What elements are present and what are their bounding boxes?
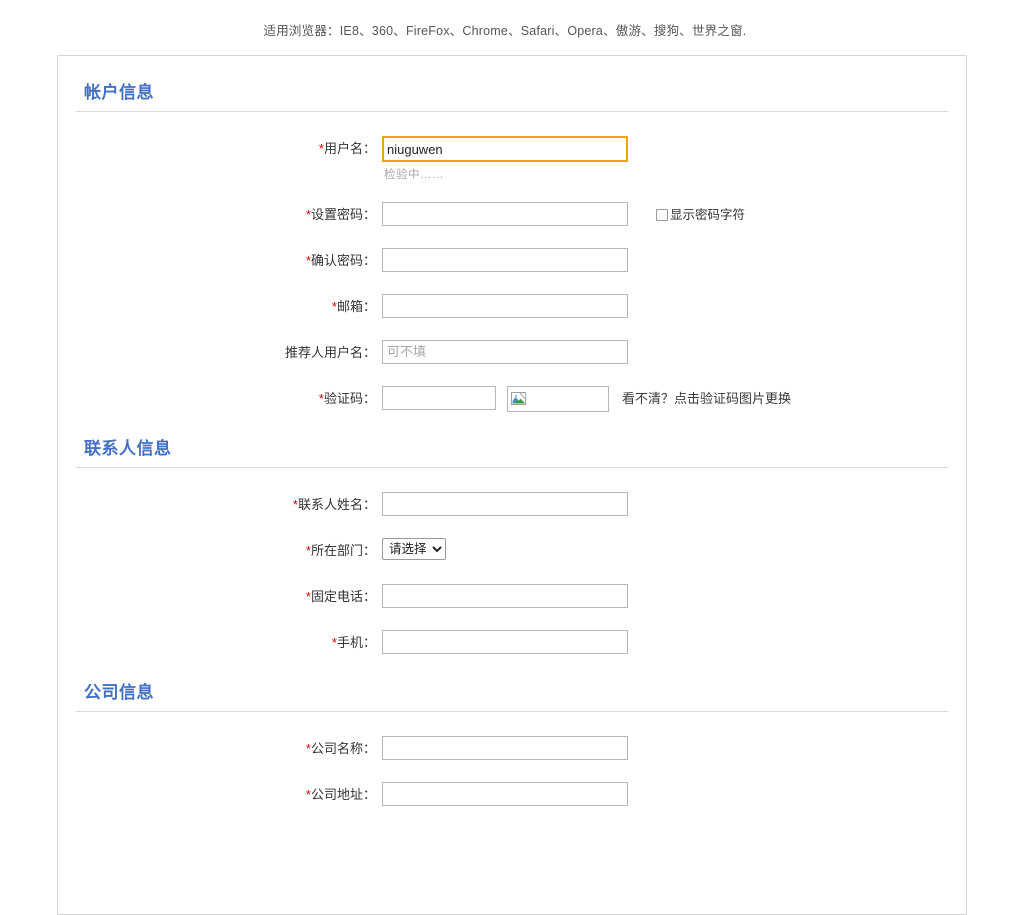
label-captcha: *验证码： xyxy=(76,386,382,412)
field-email xyxy=(382,294,628,318)
form-row-password: *设置密码： 显示密码字符 xyxy=(76,202,948,228)
field-confirm-password xyxy=(382,248,628,272)
label-contact-name-text: 联系人姓名： xyxy=(298,497,376,512)
section-heading-contact: 联系人信息 xyxy=(76,412,948,467)
label-department: *所在部门： xyxy=(76,538,382,564)
label-referrer: 推荐人用户名： xyxy=(76,340,382,366)
label-email: *邮箱： xyxy=(76,294,382,320)
show-password-checkbox[interactable] xyxy=(656,209,668,221)
label-contact-name: *联系人姓名： xyxy=(76,492,382,518)
label-captcha-text: 验证码： xyxy=(324,391,376,406)
contact-name-input[interactable] xyxy=(382,492,628,516)
field-captcha: 看不清？点击验证码图片更换 xyxy=(382,386,791,412)
browser-compatibility-note: 适用浏览器：IE8、360、FireFox、Chrome、Safari、Oper… xyxy=(0,0,1010,39)
company-name-input[interactable] xyxy=(382,736,628,760)
field-contact-name xyxy=(382,492,628,516)
form-row-company-address: *公司地址： xyxy=(76,782,948,808)
label-landline: *固定电话： xyxy=(76,584,382,610)
form-body: 帐户信息 *用户名： 检验中…… *设置密码： 显示密码字符 *确认密码： xyxy=(58,56,966,808)
field-referrer xyxy=(382,340,628,364)
field-username: 检验中…… xyxy=(382,136,628,182)
captcha-input[interactable] xyxy=(382,386,496,410)
username-input[interactable] xyxy=(382,136,628,162)
field-company-address xyxy=(382,782,628,806)
email-input[interactable] xyxy=(382,294,628,318)
referrer-input[interactable] xyxy=(382,340,628,364)
label-email-text: 邮箱： xyxy=(337,299,376,314)
username-validation-hint: 检验中…… xyxy=(384,166,628,182)
label-confirm-password: *确认密码： xyxy=(76,248,382,274)
label-company-name-text: 公司名称： xyxy=(311,741,376,756)
captcha-refresh-note[interactable]: 看不清？点击验证码图片更换 xyxy=(622,386,791,412)
section-divider-contact xyxy=(76,467,948,468)
label-mobile: *手机： xyxy=(76,630,382,656)
field-landline xyxy=(382,584,628,608)
broken-image-icon xyxy=(511,391,527,407)
form-row-company-name: *公司名称： xyxy=(76,736,948,762)
section-divider-account xyxy=(76,111,948,112)
form-row-email: *邮箱： xyxy=(76,294,948,320)
company-address-input[interactable] xyxy=(382,782,628,806)
label-username: *用户名： xyxy=(76,136,382,162)
form-row-contact-name: *联系人姓名： xyxy=(76,492,948,518)
mobile-input[interactable] xyxy=(382,630,628,654)
label-referrer-text: 推荐人用户名： xyxy=(285,345,376,360)
label-password-text: 设置密码： xyxy=(311,207,376,222)
label-company-address: *公司地址： xyxy=(76,782,382,808)
field-mobile xyxy=(382,630,628,654)
show-password-label: 显示密码字符 xyxy=(670,202,745,228)
section-heading-company: 公司信息 xyxy=(76,656,948,711)
form-row-confirm-password: *确认密码： xyxy=(76,248,948,274)
label-username-text: 用户名： xyxy=(324,141,376,156)
label-company-name: *公司名称： xyxy=(76,736,382,762)
password-input[interactable] xyxy=(382,202,628,226)
label-company-address-text: 公司地址： xyxy=(311,787,376,802)
form-row-landline: *固定电话： xyxy=(76,584,948,610)
label-password: *设置密码： xyxy=(76,202,382,228)
captcha-image[interactable] xyxy=(507,386,609,412)
landline-input[interactable] xyxy=(382,584,628,608)
form-row-mobile: *手机： xyxy=(76,630,948,656)
field-company-name xyxy=(382,736,628,760)
section-heading-account: 帐户信息 xyxy=(76,56,948,111)
section-divider-company xyxy=(76,711,948,712)
field-password xyxy=(382,202,628,226)
label-landline-text: 固定电话： xyxy=(311,589,376,604)
form-row-username: *用户名： 检验中…… xyxy=(76,136,948,182)
form-row-department: *所在部门： 请选择 xyxy=(76,538,948,564)
department-select[interactable]: 请选择 xyxy=(382,538,446,560)
label-department-text: 所在部门： xyxy=(311,543,376,558)
label-confirm-password-text: 确认密码： xyxy=(311,253,376,268)
registration-form-panel: 帐户信息 *用户名： 检验中…… *设置密码： 显示密码字符 *确认密码： xyxy=(57,55,967,915)
field-department: 请选择 xyxy=(382,538,446,560)
confirm-password-input[interactable] xyxy=(382,248,628,272)
show-password-toggle[interactable]: 显示密码字符 xyxy=(656,202,745,228)
form-row-captcha: *验证码： 看不清？点击验证码图片更换 xyxy=(76,386,948,412)
label-mobile-text: 手机： xyxy=(337,635,376,650)
form-row-referrer: 推荐人用户名： xyxy=(76,340,948,366)
